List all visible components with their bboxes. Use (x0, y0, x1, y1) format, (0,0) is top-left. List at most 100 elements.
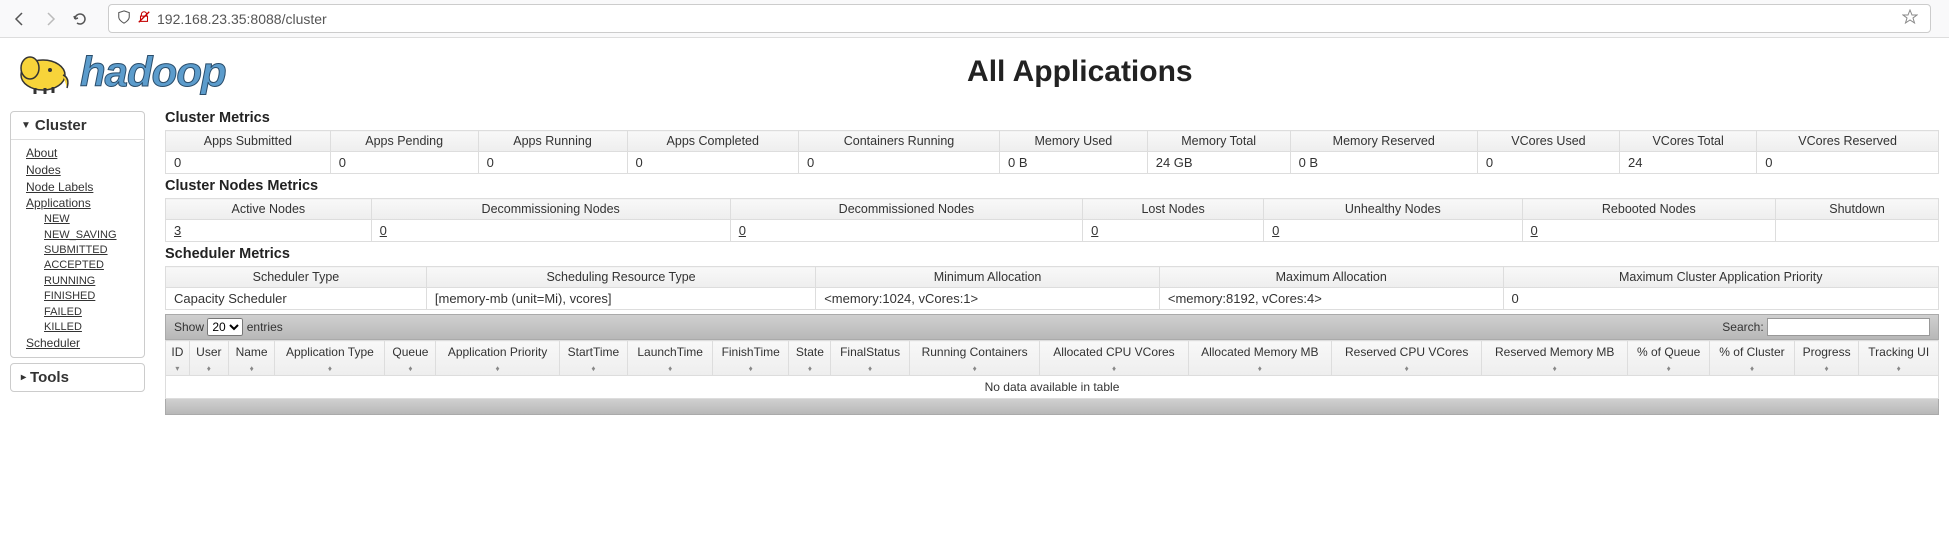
sort-icon: ♦ (1258, 367, 1262, 372)
val-resource-type: [memory-mb (unit=Mi), vcores] (426, 288, 815, 310)
nodes-metrics-title: Cluster Nodes Metrics (165, 178, 1939, 194)
col-progress[interactable]: Progress♦ (1794, 341, 1859, 376)
col-apps-completed: Apps Completed (627, 131, 799, 152)
cluster-metrics-title: Cluster Metrics (165, 110, 1939, 126)
page-size-select[interactable]: 20 (207, 318, 243, 336)
sort-icon: ♦ (868, 367, 872, 372)
sidebar-cluster-toggle[interactable]: ▼ Cluster (11, 112, 144, 140)
url-bar[interactable] (108, 4, 1931, 33)
sidebar-link-new-saving[interactable]: NEW_SAVING (44, 228, 129, 243)
col-pct-queue[interactable]: % of Queue♦ (1628, 341, 1710, 376)
col-running-containers[interactable]: Running Containers♦ (909, 341, 1040, 376)
main-content: Cluster Metrics Apps Submitted Apps Pend… (155, 106, 1949, 415)
url-input[interactable] (157, 11, 1896, 27)
col-apps-running: Apps Running (478, 131, 627, 152)
col-reserved-mem[interactable]: Reserved Memory MB♦ (1482, 341, 1628, 376)
link-lost[interactable]: 0 (1091, 223, 1098, 238)
sort-icon: ♦ (973, 367, 977, 372)
back-button[interactable] (8, 7, 32, 31)
table-row: 3 0 0 0 0 0 (166, 220, 1939, 242)
caret-down-icon: ▼ (21, 120, 31, 131)
col-state[interactable]: State♦ (789, 341, 831, 376)
shield-icon (117, 10, 131, 27)
col-active-nodes: Active Nodes (166, 199, 372, 220)
col-app-type[interactable]: Application Type♦ (275, 341, 385, 376)
sort-icon: ♦ (1750, 367, 1754, 372)
sidebar-tools-toggle[interactable]: ▸Tools (11, 364, 144, 391)
col-id[interactable]: ID▾ (166, 341, 190, 376)
link-decommissioned[interactable]: 0 (739, 223, 746, 238)
hadoop-logo[interactable]: hadoop (15, 48, 226, 96)
val-memory-reserved: 0 B (1290, 152, 1477, 174)
col-lost-nodes: Lost Nodes (1083, 199, 1264, 220)
insecure-lock-icon (137, 10, 151, 27)
val-max-priority: 0 (1503, 288, 1938, 310)
bookmark-star-icon[interactable] (1902, 9, 1922, 28)
sort-icon: ♦ (1897, 367, 1901, 372)
col-apps-pending: Apps Pending (330, 131, 478, 152)
sidebar-link-nodes[interactable]: Nodes (26, 162, 129, 179)
applications-table: ID▾ User♦ Name♦ Application Type♦ Queue♦… (165, 340, 1939, 399)
col-memory-total: Memory Total (1147, 131, 1290, 152)
sidebar-link-finished[interactable]: FINISHED (44, 289, 129, 304)
link-active-nodes[interactable]: 3 (174, 223, 181, 238)
page-title: All Applications (226, 55, 1934, 89)
forward-button[interactable] (38, 7, 62, 31)
col-vcores-used: VCores Used (1477, 131, 1619, 152)
link-unhealthy[interactable]: 0 (1272, 223, 1279, 238)
sort-icon: ♦ (749, 367, 753, 372)
search-input[interactable] (1767, 318, 1930, 336)
col-tracking-ui[interactable]: Tracking UI♦ (1859, 341, 1939, 376)
col-app-priority[interactable]: Application Priority♦ (436, 341, 559, 376)
col-pct-cluster[interactable]: % of Cluster♦ (1710, 341, 1794, 376)
col-vcores-total: VCores Total (1620, 131, 1757, 152)
col-reserved-cpu[interactable]: Reserved CPU VCores♦ (1332, 341, 1482, 376)
col-decommissioning: Decommissioning Nodes (371, 199, 730, 220)
col-launch-time[interactable]: LaunchTime♦ (628, 341, 713, 376)
val-vcores-used: 0 (1477, 152, 1619, 174)
sidebar-tools-panel: ▸Tools (10, 363, 145, 392)
col-alloc-cpu[interactable]: Allocated CPU VCores♦ (1040, 341, 1188, 376)
datatable-controls: Show 20 entries Search: (165, 314, 1939, 340)
sort-icon: ♦ (1825, 367, 1829, 372)
col-finish-time[interactable]: FinishTime♦ (713, 341, 789, 376)
col-final-status[interactable]: FinalStatus♦ (831, 341, 909, 376)
col-queue[interactable]: Queue♦ (385, 341, 436, 376)
sidebar-link-new[interactable]: NEW (44, 212, 129, 227)
sort-icon: ♦ (1405, 367, 1409, 372)
col-shutdown-nodes: Shutdown (1776, 199, 1939, 220)
sort-icon: ♦ (250, 367, 254, 372)
col-max-alloc: Maximum Allocation (1159, 267, 1503, 288)
col-alloc-mem[interactable]: Allocated Memory MB♦ (1188, 341, 1332, 376)
sidebar-cluster-panel: ▼ Cluster About Nodes Node Labels Applica… (10, 111, 145, 358)
sidebar-link-submitted[interactable]: SUBMITTED (44, 243, 129, 258)
col-max-priority: Maximum Cluster Application Priority (1503, 267, 1938, 288)
sidebar-link-accepted[interactable]: ACCEPTED (44, 258, 129, 273)
link-decommissioning[interactable]: 0 (380, 223, 387, 238)
sidebar-link-failed[interactable]: FAILED (44, 305, 129, 320)
col-apps-submitted: Apps Submitted (166, 131, 331, 152)
col-start-time[interactable]: StartTime♦ (559, 341, 628, 376)
reload-button[interactable] (68, 7, 92, 31)
sidebar-link-running[interactable]: RUNNING (44, 274, 129, 289)
datatable-footer (165, 399, 1939, 415)
elephant-icon (15, 50, 75, 95)
browser-toolbar (0, 0, 1949, 38)
sort-icon: ♦ (1553, 367, 1557, 372)
sidebar-link-scheduler[interactable]: Scheduler (26, 335, 129, 352)
sort-icon: ♦ (591, 367, 595, 372)
sidebar-link-node-labels[interactable]: Node Labels (26, 179, 129, 196)
val-shutdown (1776, 220, 1939, 242)
sidebar-cluster-label: Cluster (35, 117, 87, 134)
sidebar-link-killed[interactable]: KILLED (44, 320, 129, 335)
sort-icon: ♦ (408, 367, 412, 372)
val-min-alloc: <memory:1024, vCores:1> (816, 288, 1160, 310)
col-user[interactable]: User♦ (189, 341, 228, 376)
sidebar-link-applications[interactable]: Applications (26, 195, 129, 212)
no-data-message: No data available in table (166, 376, 1939, 399)
col-rebooted-nodes: Rebooted Nodes (1522, 199, 1776, 220)
link-rebooted[interactable]: 0 (1531, 223, 1538, 238)
col-containers-running: Containers Running (799, 131, 1000, 152)
col-name[interactable]: Name♦ (228, 341, 275, 376)
sidebar-link-about[interactable]: About (26, 145, 129, 162)
